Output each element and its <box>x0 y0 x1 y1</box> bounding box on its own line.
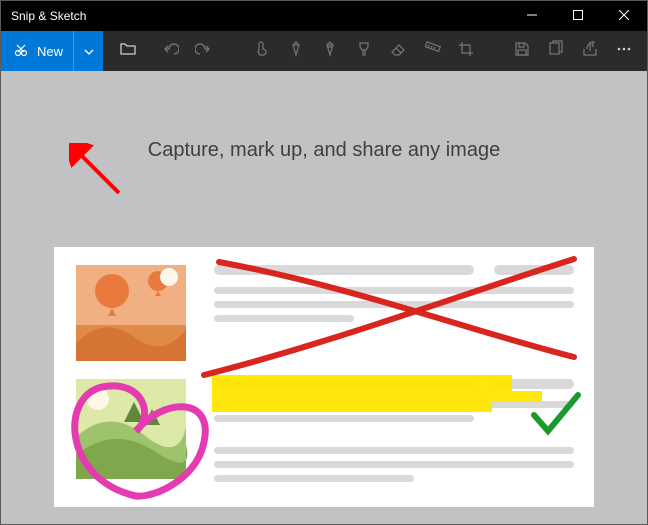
copy-button[interactable] <box>539 31 573 71</box>
eraser-button[interactable] <box>381 31 415 71</box>
save-button[interactable] <box>505 31 539 71</box>
titlebar: Snip & Sketch <box>1 1 647 31</box>
content-area: Capture, mark up, and share any image <box>1 71 647 524</box>
page-title: Capture, mark up, and share any image <box>148 139 500 162</box>
crop-button[interactable] <box>449 31 483 71</box>
undo-button[interactable] <box>153 31 187 71</box>
redo-icon <box>195 40 213 63</box>
highlighter-icon <box>355 40 373 63</box>
new-button-main[interactable]: New <box>1 31 73 71</box>
minimize-icon <box>527 7 537 25</box>
eraser-icon <box>389 40 407 63</box>
highlighter-button[interactable] <box>347 31 381 71</box>
ruler-icon <box>423 40 441 63</box>
maximize-button[interactable] <box>555 1 601 31</box>
open-button[interactable] <box>111 31 145 71</box>
new-button-dropdown[interactable] <box>73 31 103 71</box>
new-button-label: New <box>37 44 63 59</box>
open-icon <box>119 40 137 63</box>
share-button[interactable] <box>573 31 607 71</box>
window-title: Snip & Sketch <box>1 9 509 23</box>
pen-icon <box>287 40 305 63</box>
touch-icon <box>253 40 271 63</box>
save-icon <box>513 40 531 63</box>
copy-icon <box>547 40 565 63</box>
minimize-button[interactable] <box>509 1 555 31</box>
more-icon <box>615 40 633 63</box>
illustration <box>54 247 594 507</box>
chevron-down-icon <box>84 42 94 60</box>
more-button[interactable] <box>607 31 641 71</box>
close-icon <box>619 7 629 25</box>
touch-writing-button[interactable] <box>245 31 279 71</box>
pencil-button[interactable] <box>313 31 347 71</box>
annotation-arrow <box>69 143 129 203</box>
illustration-card <box>54 247 594 507</box>
toolbar: New <box>1 31 647 71</box>
crop-icon <box>457 40 475 63</box>
undo-icon <box>161 40 179 63</box>
ruler-button[interactable] <box>415 31 449 71</box>
snip-icon <box>13 42 29 61</box>
new-button[interactable]: New <box>1 31 103 71</box>
close-button[interactable] <box>601 1 647 31</box>
app-window: Snip & Sketch <box>0 0 648 525</box>
pencil-icon <box>321 40 339 63</box>
share-icon <box>581 40 599 63</box>
redo-button[interactable] <box>187 31 221 71</box>
maximize-icon <box>573 7 583 25</box>
ballpoint-pen-button[interactable] <box>279 31 313 71</box>
